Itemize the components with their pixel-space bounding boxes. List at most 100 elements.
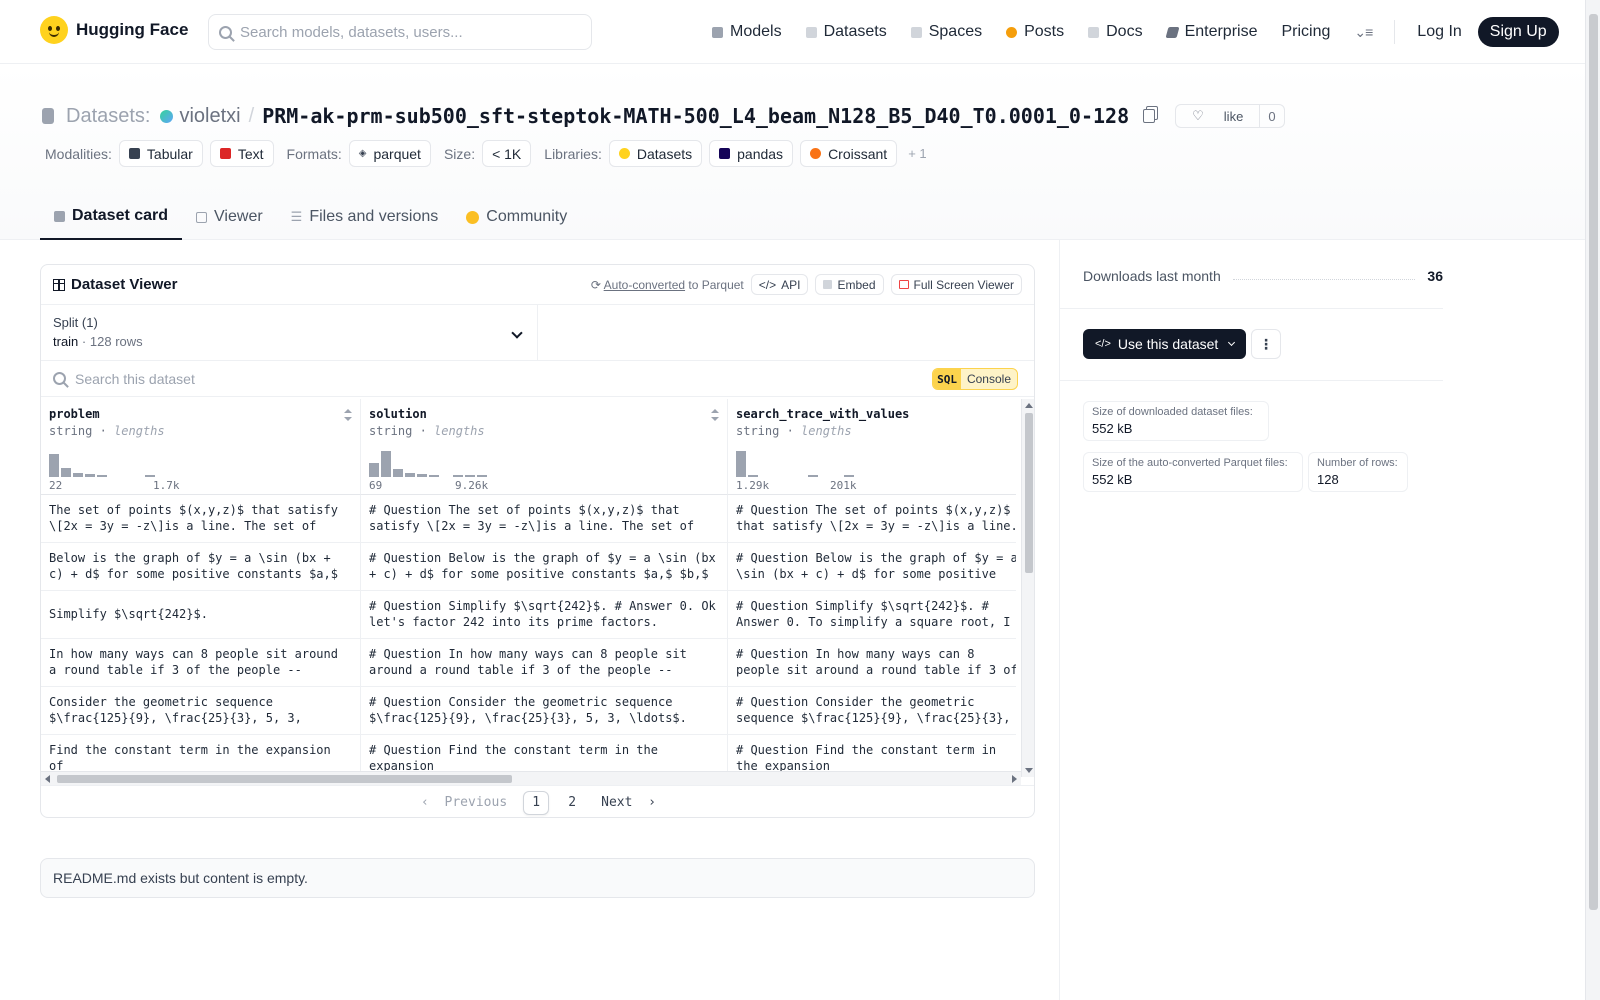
embed-button[interactable]: Embed xyxy=(815,274,884,295)
tag-text-label: Text xyxy=(237,145,264,162)
histogram-bar[interactable] xyxy=(73,473,83,477)
tab-viewer-label: Viewer xyxy=(214,208,263,225)
horizontal-scrollbar[interactable] xyxy=(41,771,1021,785)
table-cell[interactable]: # Question The set of points $(x,y,z)$ t… xyxy=(361,495,728,543)
histogram-bar[interactable] xyxy=(393,469,403,477)
nav-more-menu[interactable]: ⌄≡ xyxy=(1342,16,1384,48)
column-header-problem[interactable]: problem string · lengths 22 1.7k xyxy=(41,399,361,495)
brand-logo[interactable]: Hugging Face xyxy=(40,16,188,44)
vertical-scrollbar[interactable] xyxy=(1021,399,1034,777)
tag-parquet[interactable]: ◈ parquet xyxy=(348,140,431,167)
tab-files-and-versions[interactable]: ☰ Files and versions xyxy=(277,194,453,240)
table-cell[interactable]: # Question Consider the geometric sequen… xyxy=(728,687,1016,735)
nav-docs[interactable]: Docs xyxy=(1076,16,1154,48)
histogram-bar[interactable] xyxy=(49,454,59,477)
tag-tabular[interactable]: Tabular xyxy=(118,140,203,167)
table-cell[interactable]: # Question Simplify $\sqrt{242}$. # Answ… xyxy=(361,591,728,639)
fullscreen-viewer-button[interactable]: Full Screen Viewer xyxy=(890,274,1022,295)
sort-icon[interactable] xyxy=(711,409,719,421)
nav-pricing[interactable]: Pricing xyxy=(1269,16,1342,48)
table-cell[interactable]: Consider the geometric sequence $\frac{1… xyxy=(41,687,361,735)
histogram-min: 1.29k xyxy=(736,479,770,492)
table-cell[interactable]: # Question Below is the graph of $y = a … xyxy=(361,543,728,591)
nav-spaces[interactable]: Spaces xyxy=(899,16,994,48)
page-1-button[interactable]: 1 xyxy=(523,790,550,815)
next-page-button[interactable]: Next › xyxy=(595,791,662,815)
tag-text[interactable]: Text xyxy=(209,140,274,167)
histogram-bar[interactable] xyxy=(405,473,415,477)
nav-spaces-label: Spaces xyxy=(928,23,983,40)
tag-pandas[interactable]: pandas xyxy=(709,140,794,167)
previous-page-button[interactable]: ‹ Previous xyxy=(415,791,513,815)
table-cell[interactable]: # Question Below is the graph of $y = a … xyxy=(728,543,1016,591)
global-search-input[interactable] xyxy=(240,23,570,41)
histogram-bar[interactable] xyxy=(85,474,95,477)
auto-converted-link[interactable]: Auto-converted xyxy=(604,278,685,292)
table-cell[interactable]: # Question In how many ways can 8 people… xyxy=(728,639,1016,687)
downloads-sparkline xyxy=(1232,272,1416,280)
scroll-left-icon[interactable] xyxy=(45,775,50,783)
table-cell[interactable]: The set of points $(x,y,z)$ that satisfy… xyxy=(41,495,361,543)
owner-link[interactable]: violetxi xyxy=(179,105,240,128)
table-cell[interactable]: # Question Consider the geometric sequen… xyxy=(361,687,728,735)
histogram-bar[interactable] xyxy=(808,475,818,477)
tag-croissant[interactable]: Croissant xyxy=(800,140,898,167)
more-libraries[interactable]: + 1 xyxy=(908,146,926,161)
scroll-up-icon[interactable] xyxy=(1025,403,1033,408)
histogram-bar[interactable] xyxy=(465,475,475,477)
split-name: train xyxy=(53,334,79,349)
histogram-bar[interactable] xyxy=(61,468,71,477)
scroll-down-icon[interactable] xyxy=(1025,768,1033,773)
tab-dataset-card[interactable]: Dataset card xyxy=(40,194,183,240)
histogram-bar[interactable] xyxy=(369,463,379,477)
dataset-name[interactable]: PRM-ak-prm-sub500_sft-steptok-MATH-500_L… xyxy=(262,104,1129,128)
table-cell[interactable]: In how many ways can 8 people sit around… xyxy=(41,639,361,687)
split-label: Split (1) xyxy=(53,315,98,330)
column-header-solution[interactable]: solution string · lengths 69 9.26k xyxy=(361,399,728,495)
signup-button[interactable]: Sign Up xyxy=(1477,17,1559,47)
copy-icon[interactable] xyxy=(1143,109,1156,123)
global-search[interactable] xyxy=(208,14,592,50)
table-cell[interactable]: # Question Simplify $\sqrt{242}$. # Answ… xyxy=(728,591,1016,639)
more-options-button[interactable]: ⋮ xyxy=(1251,329,1281,359)
histogram-bar[interactable] xyxy=(844,475,854,477)
nav-posts[interactable]: Posts xyxy=(994,16,1076,48)
column-header-search-trace-with-values[interactable]: search_trace_with_values string · length… xyxy=(728,399,1016,495)
tab-community[interactable]: Community xyxy=(452,194,581,240)
histogram-bar[interactable] xyxy=(748,475,758,477)
page-2-button[interactable]: 2 xyxy=(559,791,585,815)
breadcrumb-datasets[interactable]: Datasets: xyxy=(66,105,150,128)
histogram-bar[interactable] xyxy=(477,475,487,477)
sql-console-button[interactable]: SQL Console xyxy=(932,368,1018,390)
histogram-bar[interactable] xyxy=(453,475,463,477)
vertical-scroll-thumb[interactable] xyxy=(1025,413,1033,573)
nav-datasets[interactable]: Datasets xyxy=(794,16,899,48)
sort-icon[interactable] xyxy=(344,409,352,421)
horizontal-scroll-thumb[interactable] xyxy=(57,775,512,783)
nav-enterprise[interactable]: Enterprise xyxy=(1155,16,1270,48)
tab-community-label: Community xyxy=(486,208,568,225)
table-cell[interactable]: Simplify $\sqrt{242}$. xyxy=(41,591,361,639)
table-cell[interactable]: Below is the graph of $y = a \sin (bx + … xyxy=(41,543,361,591)
page-scroll-thumb[interactable] xyxy=(1589,14,1598,910)
tag-size[interactable]: < 1K xyxy=(482,140,532,167)
histogram-bar[interactable] xyxy=(381,451,391,477)
api-button[interactable]: </> API xyxy=(750,274,809,295)
page-scrollbar[interactable] xyxy=(1585,0,1600,1000)
histogram-bar[interactable] xyxy=(736,451,746,477)
histogram-bar[interactable] xyxy=(417,474,427,477)
histogram-bar[interactable] xyxy=(429,475,439,477)
tag-datasets-lib[interactable]: Datasets xyxy=(608,140,703,167)
scroll-right-icon[interactable] xyxy=(1012,775,1017,783)
dataset-search-input[interactable] xyxy=(75,370,775,387)
table-cell[interactable]: # Question The set of points $(x,y,z)$ t… xyxy=(728,495,1016,543)
histogram-bar[interactable] xyxy=(97,475,107,477)
like-button[interactable]: ♡ like 0 xyxy=(1175,104,1285,128)
use-this-dataset-button[interactable]: </> Use this dataset xyxy=(1083,329,1247,359)
nav-models[interactable]: Models xyxy=(700,16,794,48)
tab-viewer[interactable]: Viewer xyxy=(182,194,277,240)
table-cell[interactable]: # Question In how many ways can 8 people… xyxy=(361,639,728,687)
histogram-bar[interactable] xyxy=(145,475,155,477)
login-link[interactable]: Log In xyxy=(1405,16,1473,48)
split-selector[interactable]: Split (1) train · 128 rows xyxy=(41,305,538,361)
